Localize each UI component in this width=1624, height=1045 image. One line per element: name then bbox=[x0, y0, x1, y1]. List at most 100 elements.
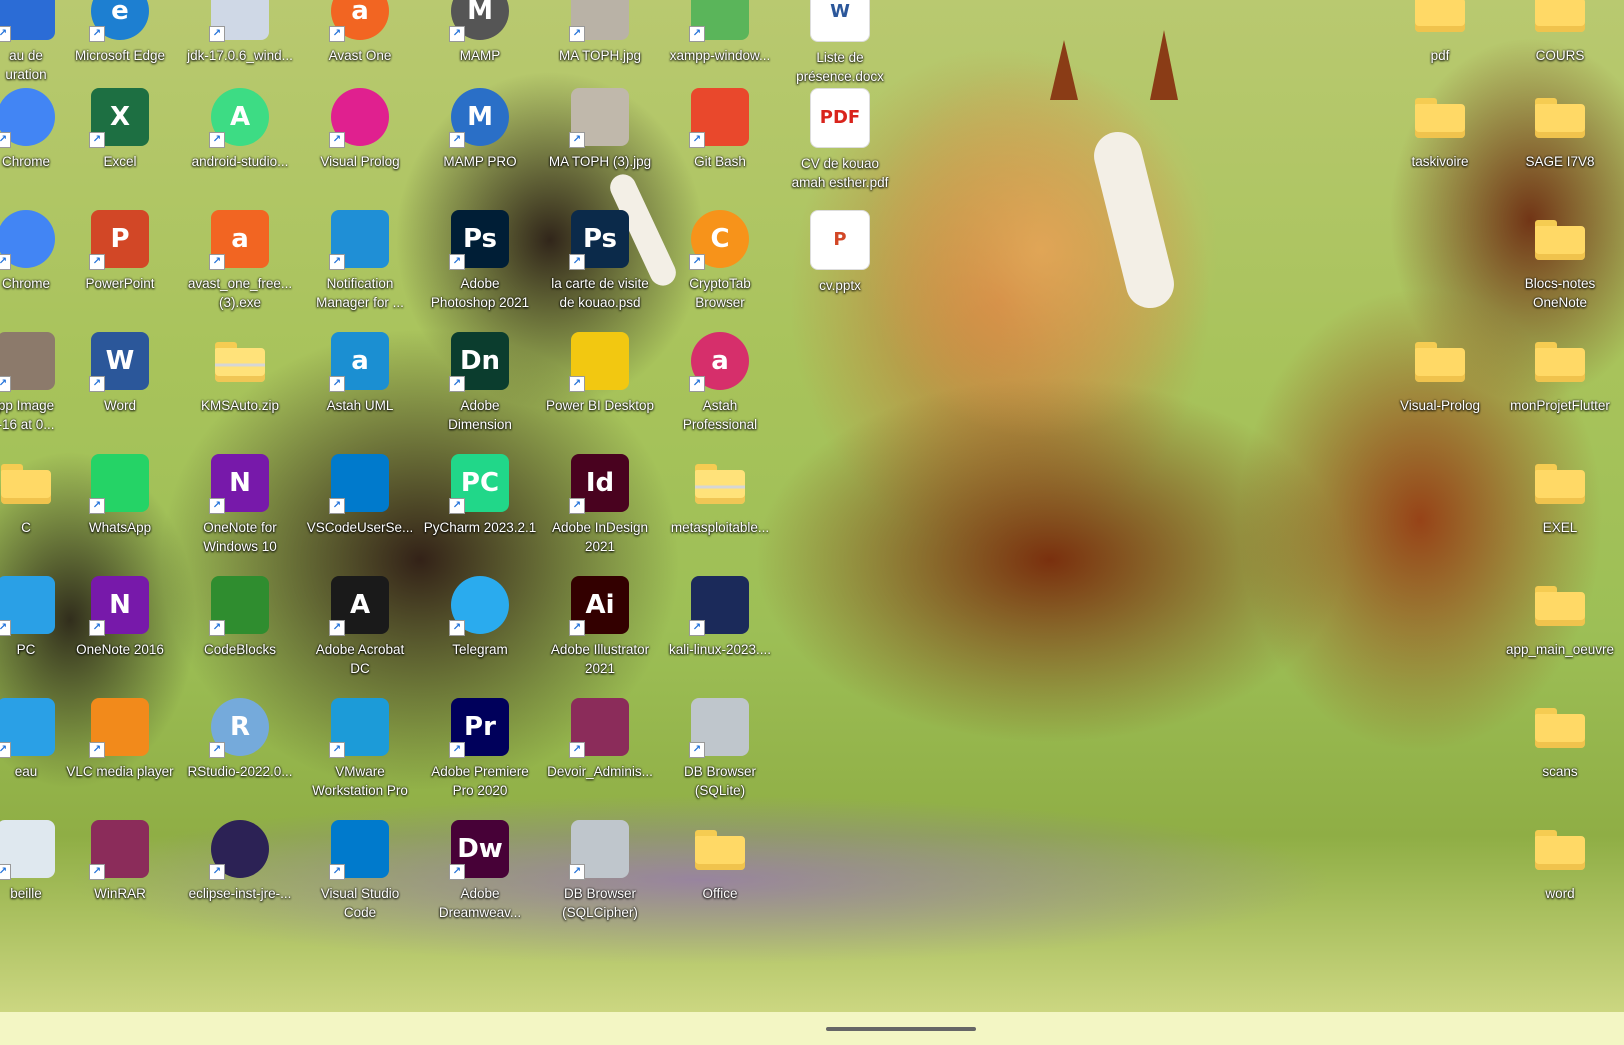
icon-vscode-setup[interactable]: ↗ VSCodeUserSe... bbox=[302, 454, 418, 537]
icon-kali-linux[interactable]: ↗ kali-linux-2023.... bbox=[662, 576, 778, 659]
shortcut-arrow-icon: ↗ bbox=[569, 376, 585, 392]
icon-label: PyCharm 2023.2.1 bbox=[423, 520, 537, 535]
icon-glyph-text: a bbox=[351, 0, 369, 26]
icon-rstudio[interactable]: R ↗ RStudio-2022.0... bbox=[182, 698, 298, 781]
icon-folder-scans[interactable]: scans bbox=[1502, 698, 1618, 781]
icon-label: Adobe Dreamweav... bbox=[438, 886, 522, 920]
icon-astah-professional[interactable]: a ↗ Astah Professional bbox=[662, 332, 778, 434]
folder-icon bbox=[211, 332, 269, 390]
icon-vlc[interactable]: ↗ VLC media player bbox=[62, 698, 178, 781]
icon-label: EXEL bbox=[1542, 520, 1578, 535]
icon-avast-one[interactable]: a ↗ Avast One bbox=[302, 0, 418, 65]
icon-powerpoint[interactable]: P ↗ PowerPoint bbox=[62, 210, 178, 293]
icon-label: Visual Prolog bbox=[320, 154, 400, 169]
icon-folder-sage[interactable]: SAGE I7V8 bbox=[1502, 88, 1618, 171]
vlc-icon: ↗ bbox=[89, 698, 149, 758]
icon-telegram[interactable]: ↗ Telegram bbox=[422, 576, 538, 659]
icon-ma-toph-jpg[interactable]: ↗ MA TOPH.jpg bbox=[542, 0, 658, 65]
icon-eclipse-installer[interactable]: ↗ eclipse-inst-jre-... bbox=[182, 820, 298, 903]
icon-folder-office[interactable]: Office bbox=[662, 820, 778, 903]
shortcut-arrow-icon: ↗ bbox=[209, 26, 225, 42]
icon-glyph-text: Dw bbox=[457, 834, 503, 864]
icon-adobe-dimension[interactable]: Dn ↗ Adobe Dimension bbox=[422, 332, 538, 434]
icon-onenote-2016[interactable]: N ↗ OneNote 2016 bbox=[62, 576, 178, 659]
icon-folder-pdf[interactable]: pdf bbox=[1382, 0, 1498, 65]
icon-glyph-text: a bbox=[711, 346, 729, 376]
icon-label: Blocs-notes OneNote bbox=[1524, 276, 1596, 310]
this-pc-icon: ↗ bbox=[0, 576, 55, 636]
icon-acrobat[interactable]: A ↗ Adobe Acrobat DC bbox=[302, 576, 418, 678]
icon-devoir-rar[interactable]: ↗ Devoir_Adminis... bbox=[542, 698, 658, 781]
shortcut-arrow-icon: ↗ bbox=[329, 498, 345, 514]
microsoft-edge-icon: e ↗ bbox=[89, 0, 149, 42]
icon-onenote-win10[interactable]: N ↗ OneNote for Windows 10 bbox=[182, 454, 298, 556]
eclipse-installer-icon: ↗ bbox=[209, 820, 269, 880]
icon-cv-kouao-pdf[interactable]: PDF CV de kouao amah esther.pdf bbox=[782, 88, 898, 192]
icon-pycharm[interactable]: PC ↗ PyCharm 2023.2.1 bbox=[422, 454, 538, 537]
icon-folder-app-main-oeuvre[interactable]: app_main_oeuvre bbox=[1502, 576, 1618, 659]
icon-cv-pptx[interactable]: Pcv.pptx bbox=[782, 210, 898, 295]
icon-db-browser-sqlite[interactable]: ↗ DB Browser (SQLite) bbox=[662, 698, 778, 800]
icon-folder-taskivoire[interactable]: taskivoire bbox=[1382, 88, 1498, 171]
icon-folder-exel[interactable]: EXEL bbox=[1502, 454, 1618, 537]
icon-label: Telegram bbox=[452, 642, 508, 657]
onenote-2016-icon: N ↗ bbox=[89, 576, 149, 636]
icon-db-browser-sqlcipher[interactable]: ↗ DB Browser (SQLCipher) bbox=[542, 820, 658, 922]
icon-avast-installer[interactable]: a ↗ avast_one_free... (3).exe bbox=[182, 210, 298, 312]
icon-vscode[interactable]: ↗ Visual Studio Code bbox=[302, 820, 418, 922]
icon-folder-flutter[interactable]: monProjetFlutter bbox=[1502, 332, 1618, 415]
wallpaper-horse-ear bbox=[1150, 30, 1178, 100]
icon-folder-blocs-notes[interactable]: Blocs-notes OneNote bbox=[1502, 210, 1618, 312]
icon-whatsapp[interactable]: ↗ WhatsApp bbox=[62, 454, 178, 537]
folder-icon bbox=[691, 820, 749, 878]
icon-label: Adobe Illustrator 2021 bbox=[550, 642, 650, 676]
dreamweaver-icon: Dw ↗ bbox=[449, 820, 509, 880]
icon-mamp[interactable]: M ↗ MAMP bbox=[422, 0, 538, 65]
icon-notification-manager[interactable]: ↗ Notification Manager for ... bbox=[302, 210, 418, 312]
icon-kmsauto-zip[interactable]: KMSAuto.zip bbox=[182, 332, 298, 415]
cryptotab-icon: C ↗ bbox=[689, 210, 749, 270]
icon-indesign[interactable]: Id ↗ Adobe InDesign 2021 bbox=[542, 454, 658, 556]
icon-mamp-pro[interactable]: M ↗ MAMP PRO bbox=[422, 88, 538, 171]
icon-label: eclipse-inst-jre-... bbox=[188, 886, 292, 901]
icon-cryptotab[interactable]: C ↗ CryptoTab Browser bbox=[662, 210, 778, 312]
icon-codeblocks[interactable]: ↗ CodeBlocks bbox=[182, 576, 298, 659]
icon-folder-cours[interactable]: COURS bbox=[1502, 0, 1618, 65]
icon-label: SAGE I7V8 bbox=[1525, 154, 1595, 169]
icon-glyph-text: A bbox=[229, 102, 251, 132]
icon-xampp-installer[interactable]: ↗ xampp-window... bbox=[662, 0, 778, 65]
icon-label: WinRAR bbox=[94, 886, 146, 901]
icon-vmware[interactable]: ↗ VMware Workstation Pro bbox=[302, 698, 418, 800]
icon-glyph-text: Ps bbox=[462, 224, 498, 254]
icon-label: MA TOPH (3).jpg bbox=[548, 154, 652, 169]
icon-ma-toph-3-jpg[interactable]: ↗ MA TOPH (3).jpg bbox=[542, 88, 658, 171]
icon-illustrator[interactable]: Ai ↗ Adobe Illustrator 2021 bbox=[542, 576, 658, 678]
icon-liste-presence-docx[interactable]: W Liste de présence.docx bbox=[782, 0, 898, 86]
icon-visual-prolog[interactable]: ↗ Visual Prolog bbox=[302, 88, 418, 171]
icon-carte-visite-psd[interactable]: Ps ↗ la carte de visite de kouao.psd bbox=[542, 210, 658, 312]
image-file-icon: ↗ bbox=[0, 332, 55, 392]
icon-folder-word[interactable]: word bbox=[1502, 820, 1618, 903]
icon-metasploitable-zip[interactable]: metasploitable... bbox=[662, 454, 778, 537]
icon-dreamweaver[interactable]: Dw ↗ Adobe Dreamweav... bbox=[422, 820, 538, 922]
folder-icon bbox=[691, 454, 749, 512]
icon-photoshop[interactable]: Ps ↗ Adobe Photoshop 2021 bbox=[422, 210, 538, 312]
shortcut-arrow-icon: ↗ bbox=[0, 376, 11, 392]
icon-premiere[interactable]: Pr ↗ Adobe Premiere Pro 2020 bbox=[422, 698, 538, 800]
icon-folder-visual-prolog[interactable]: Visual-Prolog bbox=[1382, 332, 1498, 415]
icon-label: metasploitable... bbox=[670, 520, 770, 535]
shortcut-arrow-icon: ↗ bbox=[329, 26, 345, 42]
icon-android-studio[interactable]: A ↗ android-studio... bbox=[182, 88, 298, 171]
word-icon: W ↗ bbox=[89, 332, 149, 392]
icon-label: CodeBlocks bbox=[203, 642, 277, 657]
home-indicator[interactable] bbox=[826, 1027, 976, 1031]
icon-astah-uml[interactable]: a ↗ Astah UML bbox=[302, 332, 418, 415]
icon-winrar[interactable]: ↗ WinRAR bbox=[62, 820, 178, 903]
icon-jdk-installer[interactable]: ↗ jdk-17.0.6_wind... bbox=[182, 0, 298, 65]
liste-presence-docx-icon: W bbox=[810, 0, 870, 42]
icon-power-bi[interactable]: ↗ Power BI Desktop bbox=[542, 332, 658, 415]
icon-excel[interactable]: X ↗ Excel bbox=[62, 88, 178, 171]
icon-git-bash[interactable]: ↗ Git Bash bbox=[662, 88, 778, 171]
icon-microsoft-edge[interactable]: e ↗ Microsoft Edge bbox=[62, 0, 178, 65]
icon-word[interactable]: W ↗ Word bbox=[62, 332, 178, 415]
